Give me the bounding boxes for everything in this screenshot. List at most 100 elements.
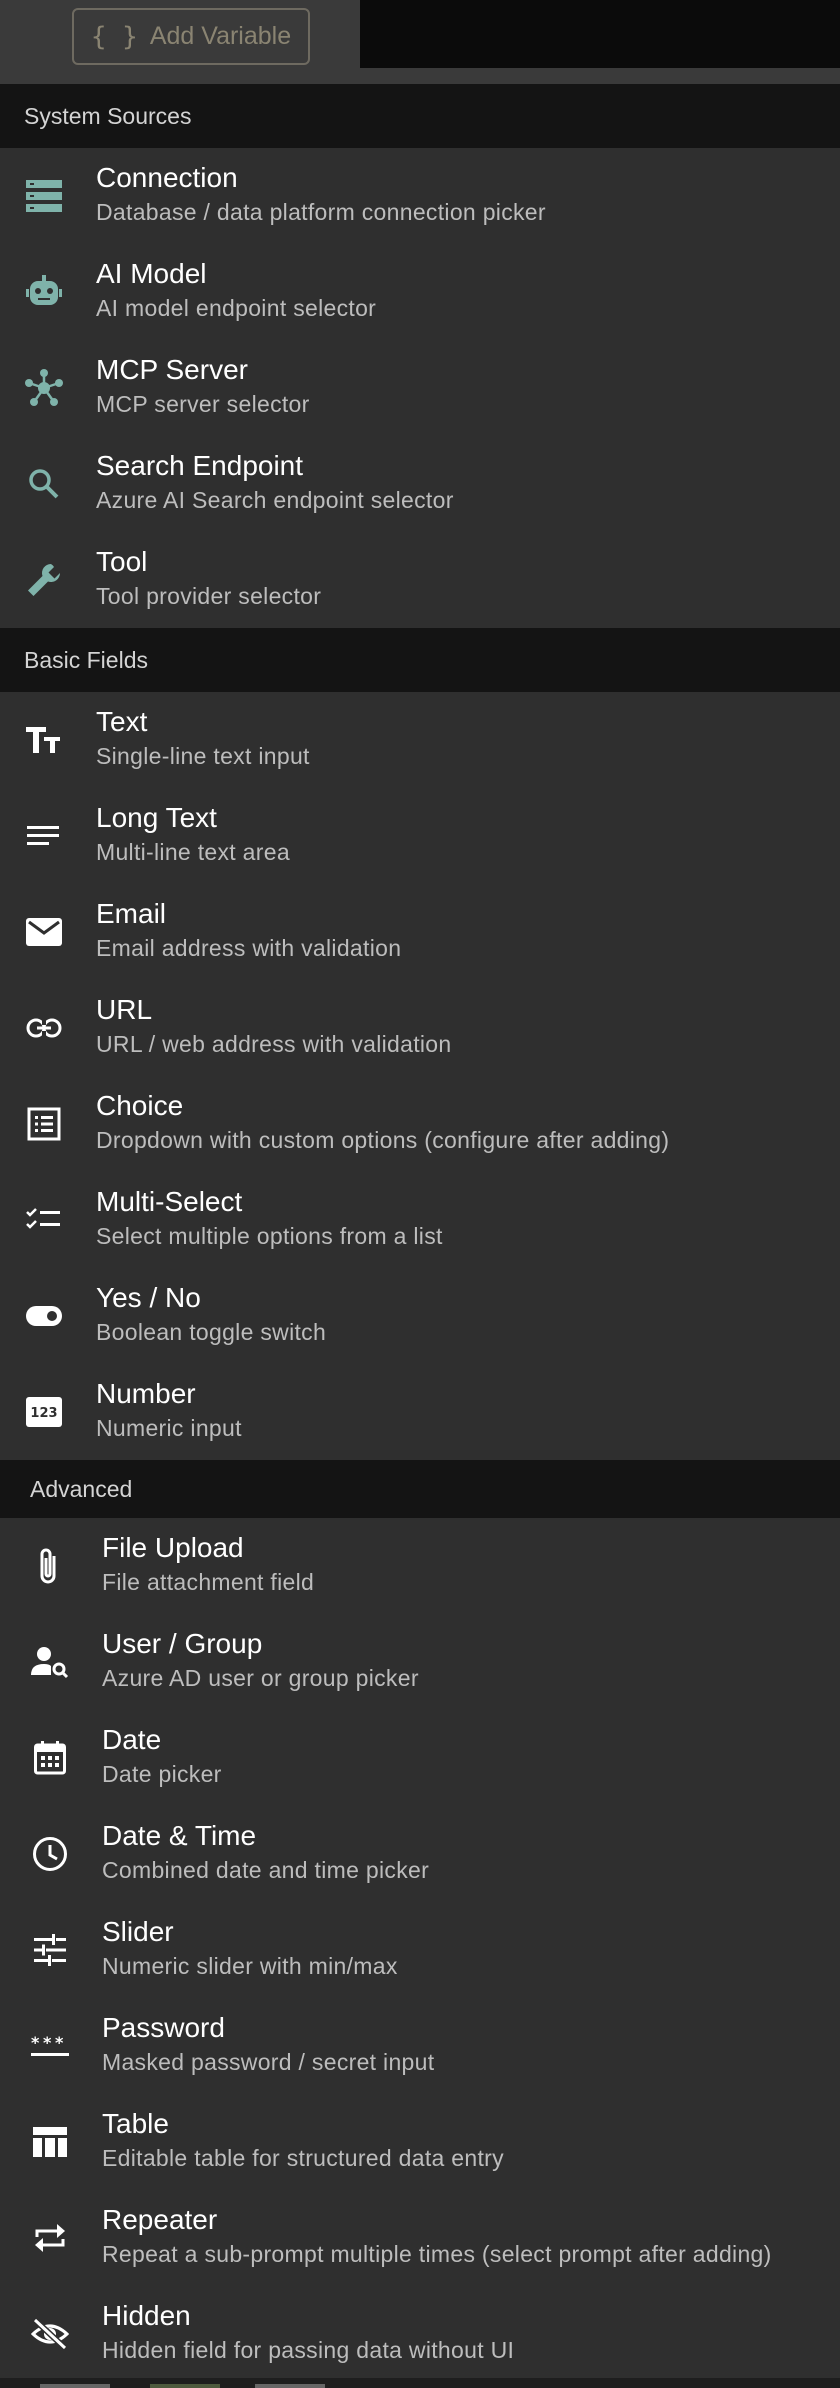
divider xyxy=(0,68,840,84)
menu-item-title: MCP Server xyxy=(96,354,248,385)
clock-icon xyxy=(30,1834,70,1874)
menu-item-text[interactable]: Text Single-line text input xyxy=(0,692,840,788)
link-icon xyxy=(24,1008,64,1048)
paperclip-icon xyxy=(30,1546,70,1586)
menu-item-table[interactable]: Table Editable table for structured data… xyxy=(0,2094,840,2190)
menu-item-repeater[interactable]: Repeater Repeat a sub-prompt multiple ti… xyxy=(0,2190,840,2286)
svg-text:123: 123 xyxy=(30,1406,57,1421)
checklist-icon xyxy=(24,1200,64,1240)
menu-item-description: Masked password / secret input xyxy=(102,2049,435,2075)
wrench-icon xyxy=(24,560,64,600)
search-icon xyxy=(24,464,64,504)
menu-item-title: URL xyxy=(96,994,153,1025)
menu-item-description: File attachment field xyxy=(102,1569,315,1595)
add-variable-button[interactable]: { } Add Variable xyxy=(72,8,310,65)
svg-text:*: * xyxy=(31,2035,40,2052)
menu-item-description: URL / web address with validation xyxy=(96,1031,452,1057)
menu-item-yes-no[interactable]: Yes / No Boolean toggle switch xyxy=(0,1268,840,1364)
menu-item-url[interactable]: URL URL / web address with validation xyxy=(0,980,840,1076)
menu-item-title: Choice xyxy=(96,1090,184,1121)
variable-type-menu: System Sources Connection Database / dat… xyxy=(0,84,840,2382)
menu-item-title: Tool xyxy=(96,546,148,577)
password-icon: * * * xyxy=(30,2026,70,2066)
menu-item-description: Editable table for structured data entry xyxy=(102,2145,504,2171)
table-icon xyxy=(30,2122,70,2162)
user-search-icon xyxy=(30,1642,70,1682)
calendar-icon xyxy=(30,1738,70,1778)
toolbar-area: { } Add Variable xyxy=(0,0,360,68)
menu-item-description: MCP server selector xyxy=(96,391,310,417)
menu-item-description: Boolean toggle switch xyxy=(96,1319,327,1345)
menu-item-password[interactable]: * * * Password Masked password / secret in… xyxy=(0,1998,840,2094)
menu-item-description: Email address with validation xyxy=(96,935,402,961)
menu-item-title: Hidden xyxy=(102,2300,191,2331)
menu-item-title: AI Model xyxy=(96,258,207,289)
menu-item-description: Combined date and time picker xyxy=(102,1857,430,1883)
menu-item-long-text[interactable]: Long Text Multi-line text area xyxy=(0,788,840,884)
menu-item-multi-select[interactable]: Multi-Select Select multiple options fro… xyxy=(0,1172,840,1268)
menu-item-file-upload[interactable]: File Upload File attachment field xyxy=(0,1518,840,1614)
menu-item-title: User / Group xyxy=(102,1628,263,1659)
menu-item-description: Hidden field for passing data without UI xyxy=(102,2337,515,2363)
menu-item-title: Password xyxy=(102,2012,225,2043)
section-header-system-sources: System Sources xyxy=(0,84,840,148)
toggle-icon xyxy=(24,1296,64,1336)
menu-item-description: Numeric input xyxy=(96,1415,242,1441)
svg-text:*: * xyxy=(55,2035,64,2052)
menu-item-mcp-server[interactable]: MCP Server MCP server selector xyxy=(0,340,840,436)
menu-item-description: Dropdown with custom options (configure … xyxy=(96,1127,670,1153)
menu-item-description: AI model endpoint selector xyxy=(96,295,377,321)
menu-item-description: Select multiple options from a list xyxy=(96,1223,443,1249)
menu-item-description: Date picker xyxy=(102,1761,222,1787)
menu-item-title: Connection xyxy=(96,162,238,193)
bottom-edge xyxy=(0,2378,840,2388)
add-variable-label: Add Variable xyxy=(149,22,292,50)
menu-item-title: Email xyxy=(96,898,167,929)
menu-item-title: Slider xyxy=(102,1916,174,1947)
menu-item-description: Azure AD user or group picker xyxy=(102,1665,419,1691)
menu-item-number[interactable]: 123 Number Numeric input xyxy=(0,1364,840,1460)
menu-item-title: Date & Time xyxy=(102,1820,257,1851)
menu-item-title: File Upload xyxy=(102,1532,244,1563)
section-header-basic-fields: Basic Fields xyxy=(0,628,840,692)
menu-item-date-time[interactable]: Date & Time Combined date and time picke… xyxy=(0,1806,840,1902)
menu-item-description: Numeric slider with min/max xyxy=(102,1953,398,1979)
menu-item-title: Long Text xyxy=(96,802,217,833)
mail-icon xyxy=(24,912,64,952)
number-icon: 123 xyxy=(24,1392,64,1432)
list-icon xyxy=(24,1104,64,1144)
menu-item-description: Database / data platform connection pick… xyxy=(96,199,546,225)
menu-item-description: Single-line text input xyxy=(96,743,310,769)
robot-icon xyxy=(24,272,64,312)
top-bar: { } Add Variable xyxy=(0,0,840,68)
menu-item-description: Multi-line text area xyxy=(96,839,290,865)
menu-item-title: Text xyxy=(96,706,148,737)
menu-item-search-endpoint[interactable]: Search Endpoint Azure AI Search endpoint… xyxy=(0,436,840,532)
text-icon xyxy=(24,720,64,760)
lines-icon xyxy=(24,816,64,856)
menu-item-ai-model[interactable]: AI Model AI model endpoint selector xyxy=(0,244,840,340)
hub-icon xyxy=(24,368,64,408)
menu-item-title: Multi-Select xyxy=(96,1186,243,1217)
menu-item-connection[interactable]: Connection Database / data platform conn… xyxy=(0,148,840,244)
menu-item-title: Repeater xyxy=(102,2204,218,2235)
menu-item-title: Number xyxy=(96,1378,196,1409)
menu-item-choice[interactable]: Choice Dropdown with custom options (con… xyxy=(0,1076,840,1172)
menu-item-description: Repeat a sub-prompt multiple times (sele… xyxy=(102,2241,772,2267)
menu-item-title: Yes / No xyxy=(96,1282,201,1313)
menu-item-email[interactable]: Email Email address with validation xyxy=(0,884,840,980)
menu-item-user-group[interactable]: User / Group Azure AD user or group pick… xyxy=(0,1614,840,1710)
repeat-icon xyxy=(30,2218,70,2258)
menu-item-title: Date xyxy=(102,1724,162,1755)
section-header-advanced: Advanced xyxy=(0,1460,840,1518)
database-icon xyxy=(24,176,64,216)
sliders-icon xyxy=(30,1930,70,1970)
eye-off-icon xyxy=(30,2314,70,2354)
menu-item-description: Azure AI Search endpoint selector xyxy=(96,487,454,513)
menu-item-slider[interactable]: Slider Numeric slider with min/max xyxy=(0,1902,840,1998)
menu-item-tool[interactable]: Tool Tool provider selector xyxy=(0,532,840,628)
menu-item-date[interactable]: Date Date picker xyxy=(0,1710,840,1806)
menu-item-hidden[interactable]: Hidden Hidden field for passing data wit… xyxy=(0,2286,840,2382)
menu-item-title: Search Endpoint xyxy=(96,450,304,481)
svg-text:*: * xyxy=(43,2035,52,2052)
